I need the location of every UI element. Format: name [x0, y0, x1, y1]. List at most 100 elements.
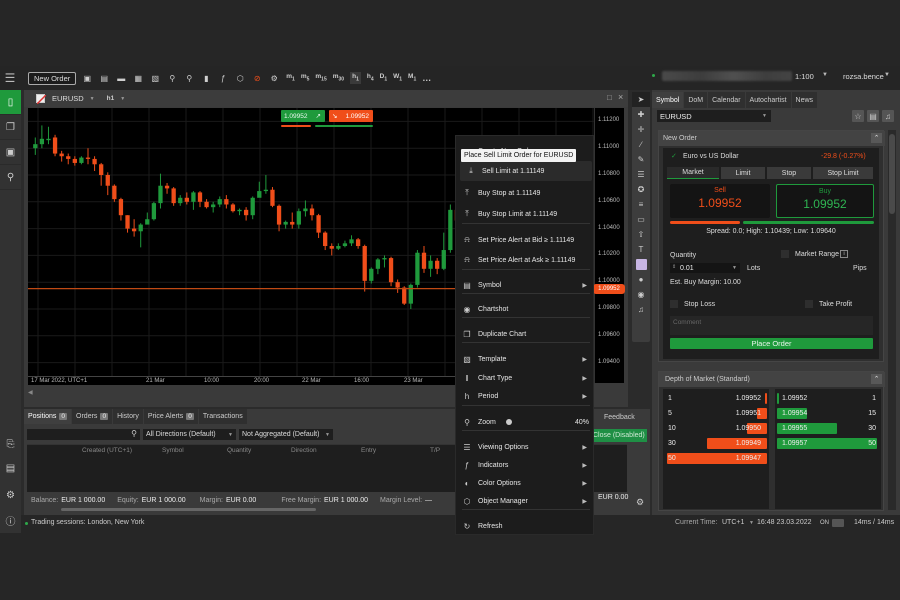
move-icon[interactable]: ✛ [632, 122, 650, 137]
dom-row[interactable]: 50 1.09947 [665, 453, 767, 464]
bell-icon[interactable]: ♫ [882, 110, 894, 122]
place-order-button[interactable]: Place Order [670, 338, 873, 349]
sidebar-workspaces-icon[interactable]: ❐ [0, 115, 21, 140]
tab-transactions[interactable]: Transactions [198, 409, 247, 424]
quick-buy-button[interactable]: 1.09952 ↗ [281, 110, 325, 122]
dot-icon[interactable]: ● [632, 272, 650, 287]
timeframe-h4[interactable]: h4 [367, 73, 374, 82]
column-header[interactable]: Entry [361, 447, 376, 454]
price-axis[interactable]: 1.11200 1.11000 1.10800 1.10600 1.10400 1.102… [593, 108, 625, 383]
channel-icon[interactable]: ☰ [632, 167, 650, 182]
menu-item-zoom[interactable]: ⚲ Zoom 40% [456, 412, 595, 432]
menu-item-set-price-alert-at-ask-1-11149[interactable]: ⍾ Set Price Alert at Ask ≥ 1.11149 [456, 250, 595, 270]
collapse-icon[interactable]: ⌃ [871, 133, 882, 143]
tab-news[interactable]: News [791, 92, 818, 108]
chart-symbol[interactable]: EURUSD [52, 94, 84, 103]
sidebar-charts-icon[interactable]: ▯ [0, 90, 21, 115]
dom-row[interactable]: 10 1.09950 [665, 423, 767, 434]
order-type-stop[interactable]: Stop [767, 167, 811, 179]
timeframe-m1[interactable]: m1 [286, 73, 295, 82]
split-layout-icon[interactable]: ▧ [149, 72, 161, 84]
chart-window-icon[interactable]: ▣ [81, 72, 93, 84]
maximize-icon[interactable]: □ [607, 93, 612, 102]
column-header[interactable]: T/P [430, 447, 440, 454]
text-icon[interactable]: T [632, 242, 650, 257]
dom-row[interactable]: 1 1.09952 [777, 393, 879, 404]
chart-style-icon[interactable] [36, 94, 46, 104]
chevron-down-icon[interactable]: ▼ [822, 72, 828, 78]
menu-item-color-options[interactable]: ◐ Color Options ▶ [456, 473, 595, 493]
timeframe-m5[interactable]: m5 [301, 73, 310, 82]
chevron-down-icon[interactable]: ▼ [120, 96, 125, 102]
chart-type-icon[interactable]: ▮ [200, 72, 212, 84]
quick-sell-button[interactable]: ↘ 1.09952 [329, 110, 373, 122]
indicators-icon[interactable]: ƒ [217, 72, 229, 84]
shape-icon[interactable]: ⇧ [632, 227, 650, 242]
zoom-in-icon[interactable]: ⚲ [166, 72, 178, 84]
chevron-down-icon[interactable]: ▼ [749, 520, 754, 526]
order-type-market[interactable]: Market [667, 167, 719, 179]
tab-history[interactable]: History [113, 409, 143, 424]
trendline-icon[interactable]: ∕ [632, 137, 650, 152]
more-options-button[interactable]: … [422, 73, 431, 83]
comment-input[interactable]: Comment [670, 316, 873, 335]
chart-period[interactable]: h1 [107, 95, 115, 102]
timeframe-h1[interactable]: h1 [350, 72, 361, 84]
color-picker-icon[interactable] [632, 257, 650, 272]
close-icon[interactable]: × [618, 92, 623, 102]
chart-layout-icon[interactable]: ▤ [98, 72, 110, 84]
menu-item-symbol[interactable]: ▤ Symbol ▶ [456, 275, 595, 295]
bell-icon[interactable]: ♫ [632, 302, 650, 317]
settings-gear-icon[interactable]: ⚙ [636, 497, 644, 508]
direction-filter-select[interactable]: All Directions (Default) ▼ [143, 429, 236, 440]
dom-row[interactable]: 1 1.09952 [665, 393, 767, 404]
star-icon[interactable]: ☆ [852, 110, 864, 122]
dom-row[interactable]: 15 1.09954 [777, 408, 879, 419]
market-range-checkbox[interactable] [781, 250, 789, 258]
symbol-select[interactable]: EURUSD ▼ [657, 110, 771, 122]
horizontal-scrollbar[interactable] [61, 508, 316, 511]
menu-item-chartshot[interactable]: ◉ Chartshot [456, 299, 595, 319]
tab-autochartist[interactable]: Autochartist [745, 92, 791, 108]
timeframe-w1[interactable]: W1 [393, 73, 402, 82]
menu-item-sell-limit-at-1-11149[interactable]: ⤓ Sell Limit at 1.11149 [460, 161, 592, 181]
column-header[interactable]: Symbol [162, 447, 184, 454]
scroll-thumb[interactable] [889, 134, 895, 214]
right-panel-scrollbar[interactable] [888, 130, 896, 510]
fibonacci-icon[interactable]: ✪ [632, 182, 650, 197]
column-header[interactable]: Direction [291, 447, 317, 454]
cursor-icon[interactable]: ➤ [632, 92, 650, 107]
aggregation-filter-select[interactable]: Not Aggregated (Default) ▼ [239, 429, 333, 440]
stop-loss-checkbox[interactable] [670, 300, 678, 308]
pen-icon[interactable]: ✎ [632, 152, 650, 167]
menu-item-duplicate-chart[interactable]: ❐ Duplicate Chart [456, 324, 595, 344]
dom-row[interactable]: 30 1.09949 [665, 438, 767, 449]
tab-symbol[interactable]: Symbol [652, 92, 684, 108]
sell-button[interactable]: Sell 1.09952 [670, 184, 770, 218]
single-layout-icon[interactable]: ▬ [115, 72, 127, 84]
menu-item-buy-stop-limit-at-1-11149[interactable]: ⤒ Buy Stop Limit at 1.11149 [456, 204, 595, 224]
chevron-down-icon[interactable]: ▼ [884, 72, 890, 78]
help-icon[interactable]: ⓘ [0, 510, 21, 530]
sidebar-search-icon[interactable]: ⚲ [0, 165, 21, 190]
grid-layout-icon[interactable]: ▦ [132, 72, 144, 84]
menu-item-indicators[interactable]: ƒ Indicators ▶ [456, 455, 595, 475]
order-type-stop-limit[interactable]: Stop Limit [813, 167, 873, 179]
feedback-link[interactable]: Feedback [604, 414, 635, 421]
zoom-slider-handle[interactable] [506, 419, 512, 425]
menu-item-object-manager[interactable]: ⬡ Object Manager ▶ [456, 491, 595, 511]
tab-orders[interactable]: Orders 0 [72, 409, 113, 424]
zoom-out-icon[interactable]: ⚲ [183, 72, 195, 84]
tab-dom[interactable]: DoM [684, 92, 708, 108]
sidebar-strategies-icon[interactable]: ▣ [0, 140, 21, 165]
chevron-down-icon[interactable]: ▼ [90, 96, 95, 102]
object-manager-icon[interactable]: ⬡ [234, 72, 246, 84]
menu-item-buy-stop-at-1-11149[interactable]: ⤒ Buy Stop at 1.11149 [456, 183, 595, 203]
menu-item-template[interactable]: ▧ Template ▶ [456, 349, 595, 369]
dom-row[interactable]: 50 1.09957 [777, 438, 879, 449]
dom-row[interactable]: 5 1.09951 [665, 408, 767, 419]
menu-item-refresh[interactable]: ↻ Refresh [456, 516, 595, 536]
timezone-select[interactable]: UTC+1 [722, 519, 744, 526]
one-click-trading-icon[interactable]: ⊘ [251, 72, 263, 84]
buy-button[interactable]: Buy 1.09952 [776, 184, 874, 218]
